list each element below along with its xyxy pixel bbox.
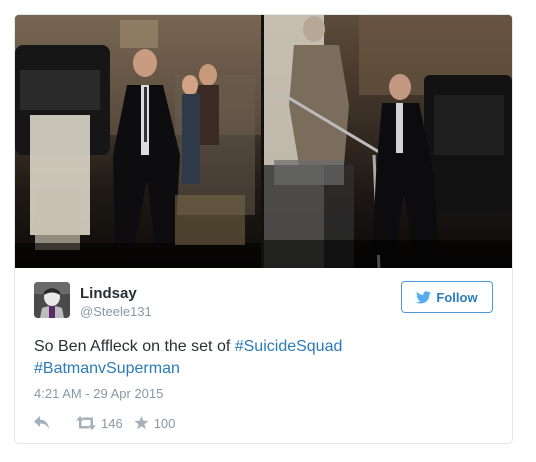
like-count: 100 — [153, 415, 176, 431]
photo-right[interactable] — [264, 15, 512, 268]
user-handle[interactable]: @Steele131 — [80, 304, 152, 319]
photo-left-scene — [15, 15, 261, 268]
reply-arrow-icon — [34, 416, 49, 429]
tweet-actions: 146 100 — [34, 413, 175, 433]
photo-left[interactable] — [15, 15, 261, 268]
tweet-text: So Ben Affleck on the set of #SuicideSqu… — [34, 336, 494, 380]
tweet-media[interactable] — [15, 15, 512, 268]
star-icon — [134, 416, 149, 430]
avatar-image — [34, 282, 70, 318]
reply-button[interactable] — [34, 416, 50, 430]
like-button[interactable]: 100 — [134, 415, 176, 431]
follow-label: Follow — [436, 289, 478, 305]
tweet-card: Lindsay @Steele131 Follow So Ben Affleck… — [14, 14, 513, 444]
hashtag-link[interactable]: #BatmanvSuperman — [34, 360, 180, 377]
retweet-count: 146 — [101, 415, 123, 431]
follow-button[interactable]: Follow — [401, 281, 493, 313]
photo-right-scene — [264, 15, 512, 268]
hashtag-link[interactable]: #SuicideSquad — [235, 338, 343, 355]
user-display-name[interactable]: Lindsay — [80, 285, 137, 302]
tweet-text-prefix: So Ben Affleck on the set of — [34, 338, 235, 355]
tweet-timestamp[interactable]: 4:21 AM - 29 Apr 2015 — [34, 386, 163, 401]
retweet-icon — [76, 416, 96, 430]
retweet-button[interactable]: 146 — [76, 416, 123, 431]
bird-icon — [416, 290, 432, 303]
avatar[interactable] — [34, 282, 70, 318]
